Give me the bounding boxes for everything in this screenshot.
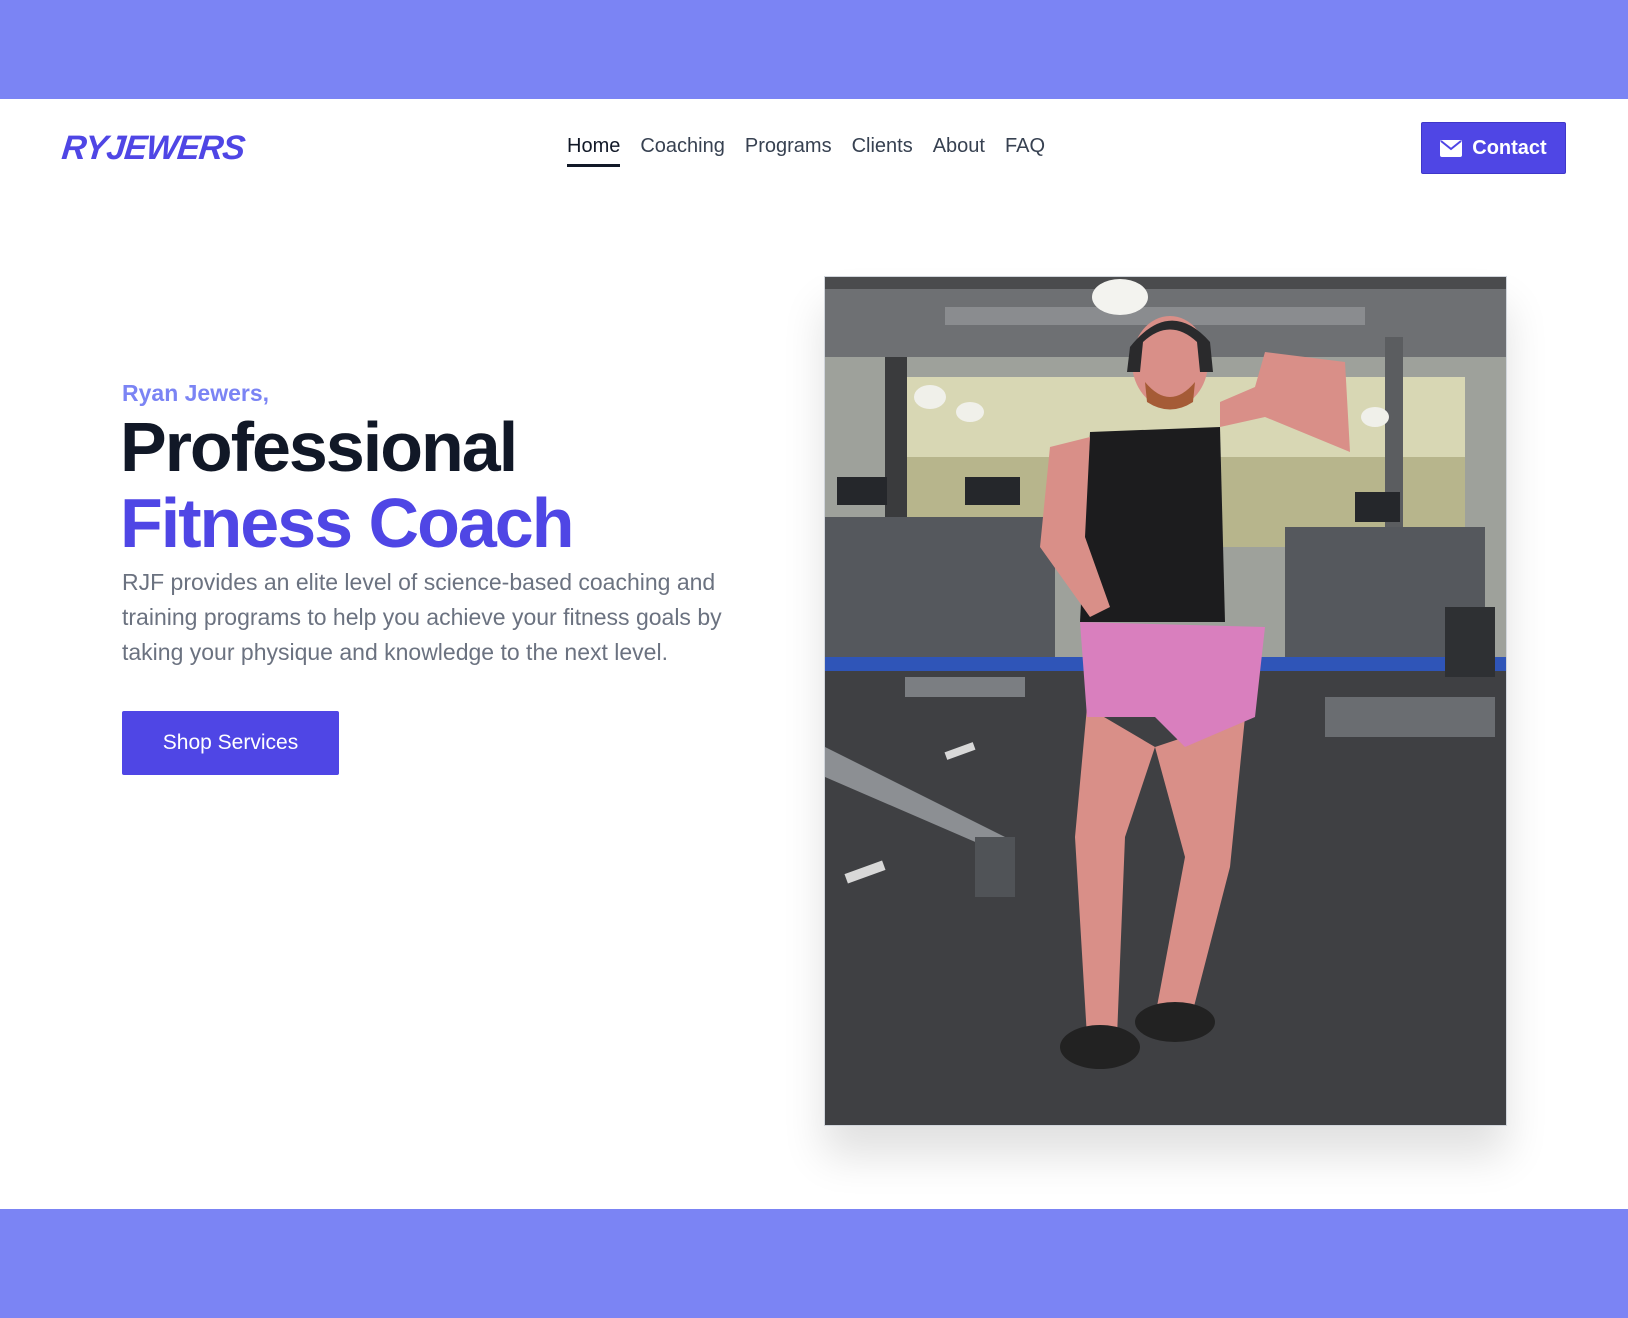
main-nav: Home Coaching Programs Clients About FAQ bbox=[567, 135, 1045, 167]
nav-programs[interactable]: Programs bbox=[745, 135, 832, 167]
brand-logo[interactable]: RYJEWERS bbox=[60, 129, 246, 168]
envelope-icon bbox=[1440, 139, 1463, 157]
nav-faq[interactable]: FAQ bbox=[1005, 135, 1045, 167]
contact-button[interactable]: Contact bbox=[1421, 122, 1566, 174]
headline-line-1: Professional bbox=[120, 408, 518, 486]
contact-label: Contact bbox=[1472, 136, 1547, 159]
nav-coaching[interactable]: Coaching bbox=[640, 135, 725, 167]
shop-services-button[interactable]: Shop Services bbox=[122, 711, 339, 775]
headline-line-2: Fitness Coach bbox=[120, 484, 574, 562]
hero-photo bbox=[824, 276, 1507, 1126]
nav-about[interactable]: About bbox=[933, 135, 985, 167]
nav-clients[interactable]: Clients bbox=[852, 135, 913, 167]
hero-description: RJF provides an elite level of science-b… bbox=[122, 569, 722, 665]
hero-eyebrow: Ryan Jewers, bbox=[122, 380, 270, 406]
hero-headline: Professional Fitness Coach bbox=[120, 408, 574, 562]
page: RYJEWERS Home Coaching Programs Clients … bbox=[0, 99, 1628, 1209]
nav-home[interactable]: Home bbox=[567, 135, 621, 167]
